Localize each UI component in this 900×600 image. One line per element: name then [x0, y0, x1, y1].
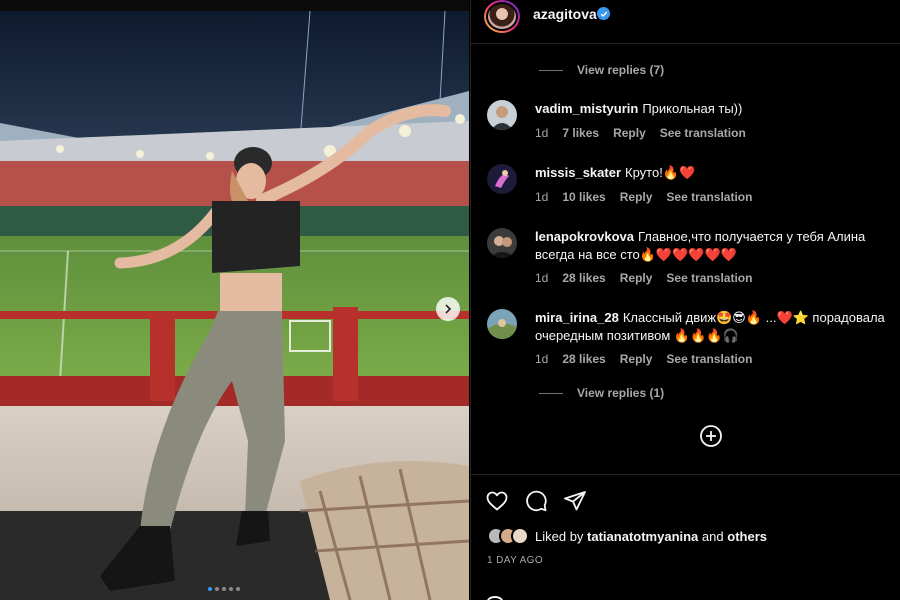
- comment-button[interactable]: [524, 489, 548, 513]
- post-header: azagitova: [471, 0, 900, 44]
- comment-content: mira_irina_28 Классный движ🤩😎🔥 ...❤️⭐ пор…: [535, 309, 900, 345]
- reply-thread-line: [539, 392, 563, 394]
- comment-content: missis_skater Круто!🔥❤️: [535, 164, 900, 182]
- commenter-username[interactable]: vadim_mistyurin: [535, 101, 638, 116]
- next-slide-button[interactable]: [436, 297, 460, 321]
- comment-time[interactable]: 1d: [535, 352, 548, 366]
- reply-button[interactable]: Reply: [620, 190, 653, 204]
- comment-content: vadim_mistyurin Прикольная ты)): [535, 100, 900, 118]
- comment-item: mira_irina_28 Классный движ🤩😎🔥 ...❤️⭐ пор…: [487, 309, 897, 369]
- liked-by-prefix: Liked by: [535, 528, 584, 544]
- liked-by-others[interactable]: others: [727, 529, 767, 544]
- reply-button[interactable]: Reply: [620, 271, 653, 285]
- liked-by-user[interactable]: tatianatotmyanina: [587, 529, 698, 544]
- share-icon: [564, 491, 586, 511]
- comment-item: missis_skater Круто!🔥❤️ 1d 10 likes Reply…: [487, 164, 897, 209]
- see-translation-button[interactable]: See translation: [666, 352, 752, 366]
- liker-avatar: [511, 527, 529, 545]
- comment-item: vadim_mistyurin Прикольная ты)) 1d 7 like…: [487, 100, 897, 145]
- commenter-username[interactable]: lenapokrovkova: [535, 229, 634, 244]
- commenter-avatar[interactable]: [487, 164, 517, 194]
- comment-meta: 1d 28 likes Reply See translation: [535, 352, 752, 366]
- see-translation-button[interactable]: See translation: [666, 271, 752, 285]
- post-timestamp[interactable]: 1 DAY AGO: [487, 555, 543, 566]
- carousel-dot: [215, 587, 219, 591]
- commenter-avatar[interactable]: [487, 100, 517, 130]
- stadium-photo-illustration: [0, 11, 469, 600]
- comment-text: Прикольная ты)): [642, 101, 743, 116]
- see-translation-button[interactable]: See translation: [660, 126, 746, 140]
- comment-meta: 1d 28 likes Reply See translation: [535, 271, 752, 285]
- comment-likes[interactable]: 28 likes: [562, 352, 605, 366]
- carousel-dot: [236, 587, 240, 591]
- see-translation-button[interactable]: See translation: [666, 190, 752, 204]
- verified-badge-icon: [597, 7, 610, 20]
- commenter-username[interactable]: mira_irina_28: [535, 310, 619, 325]
- comment-content: lenapokrovkova Главное,что получается у т…: [535, 228, 900, 264]
- view-replies-button[interactable]: View replies (7): [539, 63, 664, 77]
- view-replies-button[interactable]: View replies (1): [539, 386, 664, 400]
- comment-meta: 1d 10 likes Reply See translation: [535, 190, 752, 204]
- comment-likes[interactable]: 10 likes: [562, 190, 605, 204]
- load-more-comments-button[interactable]: [699, 424, 723, 448]
- comment-icon: [526, 490, 547, 512]
- comment-time[interactable]: 1d: [535, 271, 548, 285]
- liked-by-avatars: [487, 527, 529, 545]
- view-replies-label: View replies (7): [577, 63, 665, 77]
- share-button[interactable]: [563, 489, 587, 513]
- next-slide-icon: [445, 304, 452, 314]
- commenter-avatar[interactable]: [487, 309, 517, 339]
- post-media[interactable]: [0, 0, 469, 600]
- comment-time[interactable]: 1d: [535, 126, 548, 140]
- post-side-panel: azagitova View replies (7) vadim_mistyur…: [470, 0, 900, 600]
- carousel-dot: [208, 587, 212, 591]
- comment-meta: 1d 7 likes Reply See translation: [535, 126, 746, 140]
- liked-by-joiner: and: [701, 528, 724, 544]
- add-circle-icon: [700, 425, 722, 447]
- carousel-dot: [229, 587, 233, 591]
- comment-text: Круто!🔥❤️: [625, 165, 696, 180]
- comment-time[interactable]: 1d: [535, 190, 548, 204]
- emoji-icon[interactable]: [487, 596, 503, 600]
- view-replies-label: View replies (1): [577, 386, 665, 400]
- heart-icon: [486, 491, 508, 511]
- comment-item: lenapokrovkova Главное,что получается у т…: [487, 228, 897, 288]
- reply-button[interactable]: Reply: [620, 352, 653, 366]
- comment-likes[interactable]: 28 likes: [562, 271, 605, 285]
- comment-likes[interactable]: 7 likes: [562, 126, 599, 140]
- like-button[interactable]: [485, 489, 509, 513]
- reply-button[interactable]: Reply: [613, 126, 646, 140]
- liked-by-row[interactable]: Liked by tatianatotmyanina and others: [487, 527, 767, 545]
- commenter-avatar[interactable]: [487, 228, 517, 258]
- post-actions-bar: Liked by tatianatotmyanina and others 1 …: [471, 474, 900, 600]
- carousel-dot: [222, 587, 226, 591]
- author-avatar[interactable]: [484, 0, 520, 33]
- carousel-dots: [208, 587, 240, 591]
- media-top-edge: [0, 0, 469, 11]
- author-username[interactable]: azagitova: [533, 6, 597, 22]
- commenter-username[interactable]: missis_skater: [535, 165, 621, 180]
- post-photo[interactable]: [0, 11, 469, 600]
- reply-thread-line: [539, 69, 563, 71]
- liked-by-text: Liked by tatianatotmyanina and others: [535, 529, 767, 544]
